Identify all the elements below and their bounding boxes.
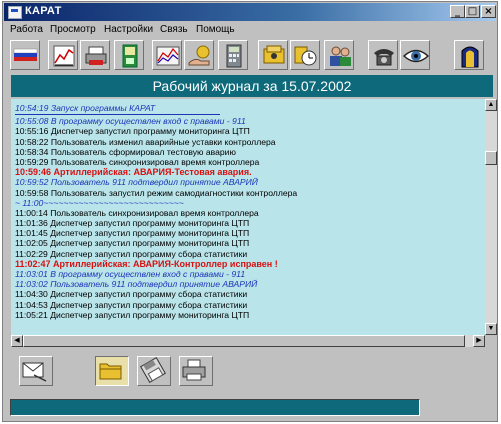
- log-line: 10:58:22 Пользователь изменил аварийные …: [15, 136, 276, 147]
- calculator-button[interactable]: [218, 40, 248, 70]
- menu-item-rabota[interactable]: Работа: [10, 24, 43, 35]
- log-line: 11:04:30 Диспетчер запустил программу сб…: [15, 289, 248, 300]
- device-button[interactable]: [114, 40, 144, 70]
- exit-door-icon: [461, 46, 479, 68]
- floppy-disk-icon: [140, 357, 166, 383]
- telephone-icon: [374, 49, 394, 66]
- log-line: 11:03:02 Пользователь 911 подтвердил при…: [15, 279, 258, 290]
- exit-door-button[interactable]: [454, 40, 484, 70]
- log-line: 10:59:52 Пользователь 911 подтвердил при…: [15, 177, 258, 188]
- chart-icon: [53, 45, 75, 67]
- scroll-left-button[interactable]: ◀: [11, 335, 23, 347]
- log-line: 10:55:16 Диспетчер запустил программу мо…: [15, 126, 250, 137]
- app-icon: [8, 6, 22, 19]
- vertical-scroll-thumb[interactable]: [485, 151, 497, 165]
- scroll-down-button[interactable]: ▼: [485, 323, 497, 335]
- device-icon: [122, 44, 138, 68]
- log-line: 11:00:14 Пользователь синхронизировал вр…: [15, 207, 259, 218]
- phone-book-button[interactable]: [258, 40, 288, 70]
- clock-icon: [294, 46, 317, 66]
- eye-icon: [403, 49, 429, 63]
- print-button[interactable]: [179, 356, 213, 386]
- printer-icon: [85, 46, 107, 65]
- users-button[interactable]: [324, 40, 354, 70]
- send-message-button[interactable]: [19, 356, 53, 386]
- menu-item-nastroyki[interactable]: Настройки: [104, 24, 153, 35]
- log-line: 11:01:36 Диспетчер запустил программу мо…: [15, 218, 250, 229]
- status-bar: [10, 399, 420, 416]
- menu-bar: Работа Просмотр Настройки Связь Помощь: [4, 22, 496, 38]
- window-title: КАРАТ: [25, 5, 62, 17]
- telephone-button[interactable]: [368, 40, 398, 70]
- eye-button[interactable]: [400, 40, 430, 70]
- phone-book-icon: [263, 45, 285, 64]
- menu-item-svyaz[interactable]: Связь: [160, 24, 188, 35]
- journal-log[interactable]: 10:54:19 Запуск программы КАРАТ 10:55:08 …: [11, 99, 485, 335]
- log-line: 10:59:29 Пользователь синхронизировал вр…: [15, 156, 260, 167]
- log-line: 10:59:46 Артиллерийская: АВАРИЯ-Тестовая…: [15, 167, 252, 178]
- log-line: 10:54:19 Запуск программы КАРАТ: [15, 103, 156, 113]
- scroll-right-button[interactable]: ▶: [473, 335, 485, 347]
- log-line: 11:01:45 Диспетчер запустил программу мо…: [15, 228, 250, 239]
- calculator-icon: [226, 44, 242, 68]
- title-bar[interactable]: КАРАТ _ □ ×: [4, 3, 496, 21]
- log-line: 11:02:05 Диспетчер запустил программу мо…: [15, 238, 250, 249]
- line-chart-icon: [156, 46, 180, 66]
- log-line: 11:05:21 Диспетчер запустил программу мо…: [15, 309, 250, 320]
- envelope-icon: [22, 362, 47, 382]
- folder-icon: [99, 363, 122, 380]
- minimize-button[interactable]: _: [450, 5, 465, 18]
- scroll-up-button[interactable]: ▲: [485, 99, 497, 111]
- hand-coin-button[interactable]: [184, 40, 214, 70]
- log-line: 11:03:01 В программу осуществлен вход с …: [15, 269, 246, 279]
- flag-icon: [13, 48, 38, 61]
- open-folder-button[interactable]: [95, 356, 129, 386]
- log-line: 10:59:58 Пользователь запустил режим сам…: [15, 187, 298, 198]
- journal-header: Рабочий журнал за 15.07.2002: [11, 75, 493, 97]
- journal-lines: 10:54:19 Запуск программы КАРАТ 10:55:08 …: [15, 103, 481, 320]
- menu-item-pomosch[interactable]: Помощь: [196, 24, 235, 35]
- log-line: 11:02:29 Диспетчер запустил программу сб…: [15, 248, 248, 259]
- maximize-button[interactable]: □: [465, 5, 480, 18]
- hand-coin-icon: [188, 45, 210, 66]
- line-chart-button[interactable]: [152, 40, 182, 70]
- menu-item-prosmotr[interactable]: Просмотр: [50, 24, 96, 35]
- log-line: ~ 11:00~~~~~~~~~~~~~~~~~~~~~~~~~~~~: [15, 197, 184, 208]
- app-window: КАРАТ _ □ × Работа Просмотр Настройки Св…: [2, 1, 498, 422]
- log-separator: [15, 114, 220, 116]
- toolbar: [6, 40, 494, 72]
- chart-button[interactable]: [48, 40, 78, 70]
- users-icon: [330, 46, 351, 66]
- printer-button[interactable]: [80, 40, 110, 70]
- horizontal-scrollbar[interactable]: ◀ ▶: [11, 335, 485, 347]
- save-button[interactable]: [137, 356, 171, 386]
- clock-button[interactable]: [290, 40, 320, 70]
- printer-icon: [182, 359, 206, 381]
- close-button[interactable]: ×: [481, 5, 496, 18]
- vertical-scrollbar[interactable]: ▲ ▼: [485, 99, 497, 335]
- horizontal-scroll-thumb[interactable]: [23, 335, 465, 347]
- log-line: 11:02:47 Артиллерийская: АВАРИЯ-Контролл…: [15, 258, 278, 269]
- bottom-toolbar: [11, 356, 493, 390]
- flag-button[interactable]: [10, 40, 40, 70]
- log-line: 10:55:08 В программу осуществлен вход с …: [15, 116, 246, 127]
- log-line: 11:04:53 Диспетчер запустил программу сб…: [15, 299, 248, 310]
- log-line: 10:58:34 Пользователь сформировал тестов…: [15, 146, 236, 157]
